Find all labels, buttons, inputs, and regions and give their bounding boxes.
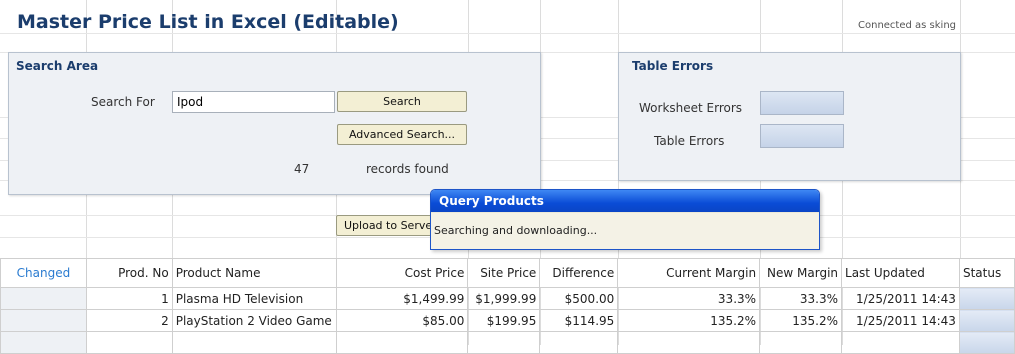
col-header-difference[interactable]: Difference	[539, 258, 619, 288]
col-header-current-margin[interactable]: Current Margin	[617, 258, 761, 288]
advanced-search-button[interactable]: Advanced Search...	[337, 124, 467, 145]
cell-cost-price[interactable]	[335, 331, 469, 354]
table-errors-indicator[interactable]	[760, 124, 844, 148]
cell-difference[interactable]: $114.95	[539, 309, 619, 332]
dialog-message: Searching and downloading...	[431, 213, 819, 249]
cell-difference[interactable]	[539, 331, 619, 354]
cell-product-name[interactable]	[171, 331, 337, 354]
col-header-new-margin[interactable]: New Margin	[759, 258, 843, 288]
search-button[interactable]: Search	[337, 91, 467, 112]
cell-last-updated[interactable]	[841, 331, 960, 354]
page-title: Master Price List in Excel (Editable)	[17, 11, 399, 33]
cell-status[interactable]	[958, 287, 1015, 310]
cell-prod-no[interactable]: 1	[85, 287, 173, 310]
cell-current-margin[interactable]: 33.3%	[617, 287, 761, 310]
cell-site-price[interactable]: $1,999.99	[467, 287, 541, 310]
cell-changed[interactable]	[0, 331, 87, 354]
price-table: Changed Prod. No Product Name Cost Price…	[0, 258, 1015, 354]
cell-changed[interactable]	[0, 287, 87, 310]
search-for-label: Search For	[91, 95, 155, 109]
cell-current-margin[interactable]	[617, 331, 761, 354]
table-row[interactable]: 1 Plasma HD Television $1,499.99 $1,999.…	[0, 287, 1015, 310]
search-area-panel: Search Area Search For Search Advanced S…	[8, 52, 541, 195]
cell-new-margin[interactable]: 33.3%	[759, 287, 843, 310]
cell-cost-price[interactable]: $1,499.99	[335, 287, 469, 310]
cell-current-margin[interactable]: 135.2%	[617, 309, 761, 332]
col-header-product-name[interactable]: Product Name	[171, 258, 337, 288]
cell-status[interactable]	[958, 309, 1015, 332]
cell-site-price[interactable]	[467, 331, 541, 354]
table-header-row: Changed Prod. No Product Name Cost Price…	[0, 258, 1015, 288]
cell-cost-price[interactable]: $85.00	[335, 309, 469, 332]
cell-status[interactable]	[958, 331, 1015, 354]
col-header-prod-no[interactable]: Prod. No	[85, 258, 173, 288]
col-header-last-updated[interactable]: Last Updated	[841, 258, 960, 288]
cell-last-updated[interactable]: 1/25/2011 14:43	[841, 287, 960, 310]
worksheet-errors-indicator[interactable]	[760, 91, 844, 115]
table-errors-title: Table Errors	[632, 59, 714, 73]
records-found-label: records found	[366, 162, 449, 176]
cell-product-name[interactable]: PlayStation 2 Video Game	[171, 309, 337, 332]
table-errors-label: Table Errors	[654, 134, 725, 148]
table-row[interactable]: 2 PlayStation 2 Video Game $85.00 $199.9…	[0, 309, 1015, 332]
col-header-site-price[interactable]: Site Price	[467, 258, 541, 288]
col-header-cost-price[interactable]: Cost Price	[335, 258, 469, 288]
table-errors-panel: Table Errors Worksheet Errors Table Erro…	[618, 52, 961, 181]
worksheet-errors-label: Worksheet Errors	[639, 101, 743, 115]
cell-new-margin[interactable]: 135.2%	[759, 309, 843, 332]
query-products-dialog[interactable]: Query Products Searching and downloading…	[430, 189, 820, 250]
search-area-title: Search Area	[16, 59, 99, 73]
cell-prod-no[interactable]: 2	[85, 309, 173, 332]
cell-prod-no[interactable]	[85, 331, 173, 354]
cell-last-updated[interactable]: 1/25/2011 14:43	[841, 309, 960, 332]
records-count: 47	[294, 162, 310, 176]
dialog-title: Query Products	[431, 190, 819, 212]
connected-status: Connected as sking	[858, 20, 957, 31]
cell-new-margin[interactable]	[759, 331, 843, 354]
cell-product-name[interactable]: Plasma HD Television	[171, 287, 337, 310]
col-header-changed[interactable]: Changed	[0, 258, 87, 288]
cell-site-price[interactable]: $199.95	[467, 309, 541, 332]
cell-changed[interactable]	[0, 309, 87, 332]
col-header-status[interactable]: Status	[958, 258, 1015, 288]
search-input[interactable]	[172, 91, 335, 113]
table-row[interactable]	[0, 331, 1015, 354]
cell-difference[interactable]: $500.00	[539, 287, 619, 310]
